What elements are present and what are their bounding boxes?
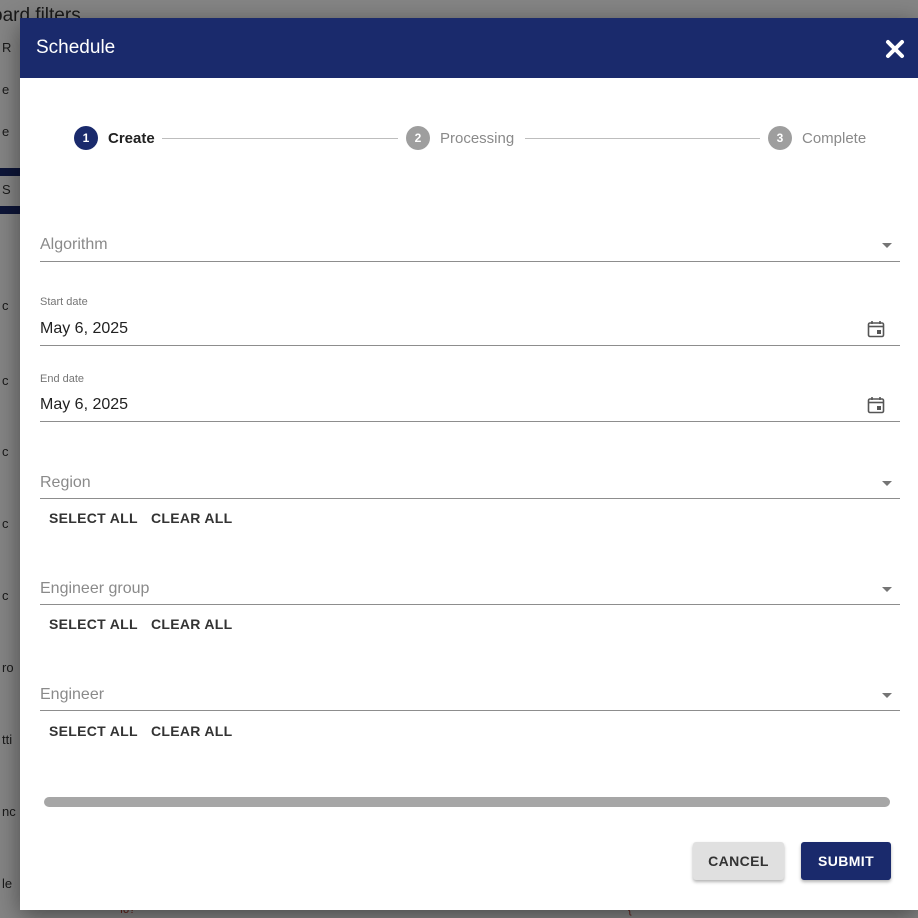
engineer-select-all-button[interactable]: SELECT ALL: [49, 723, 138, 739]
chevron-down-icon[interactable]: [882, 243, 892, 248]
start-date-field[interactable]: Start date May 6, 2025: [40, 293, 900, 348]
end-date-label: End date: [40, 373, 85, 385]
step-complete[interactable]: 3 Complete: [768, 126, 866, 150]
step-number: 1: [74, 126, 98, 150]
step-number: 3: [768, 126, 792, 150]
engineer-clear-all-button[interactable]: CLEAR ALL: [151, 723, 233, 739]
region-select[interactable]: Region: [40, 466, 900, 502]
field-underline: [40, 261, 900, 262]
field-underline: [40, 710, 900, 711]
algorithm-select[interactable]: Algorithm: [40, 228, 900, 264]
engineer-group-select[interactable]: Engineer group: [40, 572, 900, 608]
field-underline: [40, 498, 900, 499]
algorithm-placeholder: Algorithm: [40, 236, 108, 253]
step-label: Create: [108, 129, 155, 147]
region-placeholder: Region: [40, 474, 91, 491]
engineer-group-clear-all-button[interactable]: CLEAR ALL: [151, 616, 233, 632]
chevron-down-icon[interactable]: [882, 587, 892, 592]
end-date-value[interactable]: May 6, 2025: [40, 396, 128, 414]
start-date-label: Start date: [40, 296, 88, 308]
step-connector: [162, 138, 398, 139]
dialog-title: Schedule: [36, 37, 116, 58]
submit-button[interactable]: SUBMIT: [801, 842, 891, 880]
end-date-field[interactable]: End date May 6, 2025: [40, 370, 900, 425]
field-underline: [40, 604, 900, 605]
step-processing[interactable]: 2 Processing: [406, 126, 514, 150]
engineer-select[interactable]: Engineer: [40, 678, 900, 714]
start-date-value[interactable]: May 6, 2025: [40, 320, 128, 338]
engineer-group-select-all-button[interactable]: SELECT ALL: [49, 616, 138, 632]
step-label: Processing: [440, 129, 515, 147]
dialog-header: Schedule: [20, 18, 918, 78]
calendar-icon[interactable]: [866, 395, 886, 415]
cancel-button[interactable]: CANCEL: [693, 842, 784, 880]
region-clear-all-button[interactable]: CLEAR ALL: [151, 510, 233, 526]
horizontal-scrollbar[interactable]: [44, 797, 890, 807]
chevron-down-icon[interactable]: [882, 693, 892, 698]
engineer-placeholder: Engineer: [40, 686, 105, 703]
step-number: 2: [406, 126, 430, 150]
field-underline: [40, 421, 900, 422]
step-create[interactable]: 1 Create: [74, 126, 155, 150]
schedule-dialog: Schedule 1 Create 2 Processing 3 Complet…: [20, 18, 918, 910]
step-label: Complete: [802, 129, 867, 147]
region-select-all-button[interactable]: SELECT ALL: [49, 510, 138, 526]
field-underline: [40, 345, 900, 346]
close-icon[interactable]: [884, 38, 906, 60]
step-connector: [525, 138, 760, 139]
calendar-icon[interactable]: [866, 319, 886, 339]
chevron-down-icon[interactable]: [882, 481, 892, 486]
engineer-group-placeholder: Engineer group: [40, 580, 150, 597]
